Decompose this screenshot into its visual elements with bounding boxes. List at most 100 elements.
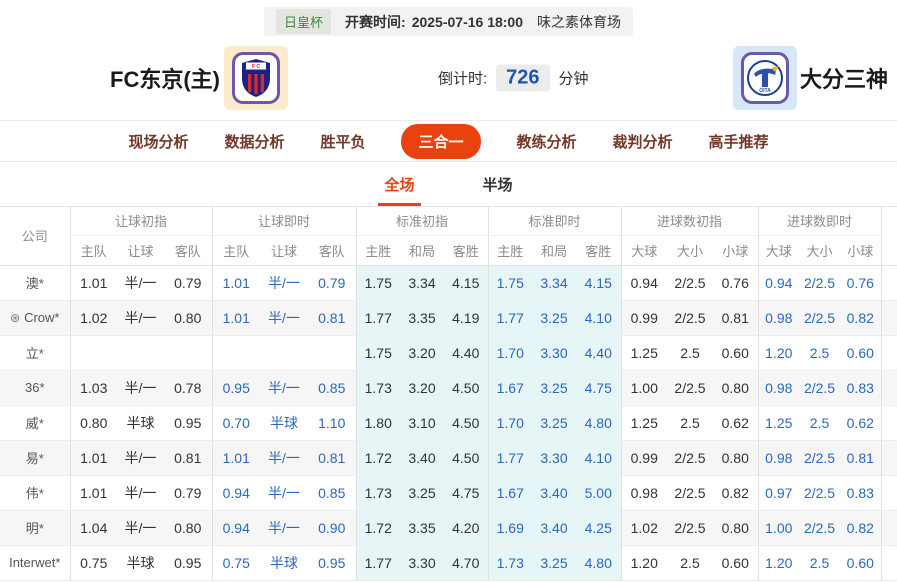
odds-cell: 半/一 <box>117 510 164 546</box>
odds-cell: 0.79 <box>164 265 212 301</box>
odds-cell: 3.40 <box>532 510 576 546</box>
countdown-unit: 分钟 <box>558 70 589 88</box>
odds-cell: 1.77 <box>355 300 400 336</box>
odds-cell: 2.5 <box>799 335 841 371</box>
odds-cell: 2/2.5 <box>799 440 841 476</box>
away-team-logo: OITA <box>733 46 797 110</box>
odds-cell: 1.75 <box>487 265 532 301</box>
tab-data-analysis[interactable]: 数据分析 <box>224 131 284 152</box>
odds-cell: 0.70 <box>211 405 260 441</box>
odds-cell: 0.75 <box>69 545 117 581</box>
odds-cell: 1.70 <box>487 335 532 371</box>
odds-cell: 3.34 <box>400 265 444 301</box>
away-team-name: 大分三神 <box>800 67 889 92</box>
odds-cell: 3.30 <box>532 335 576 371</box>
svg-text:F C: F C <box>252 64 260 70</box>
odds-cell: 4.40 <box>444 335 488 371</box>
odds-cell: 0.81 <box>308 440 356 476</box>
odds-cell: 0.80 <box>164 510 212 546</box>
column-header: 主胜 <box>487 235 532 266</box>
odds-cell: 1.67 <box>487 370 532 406</box>
odds-cell: 0.98 <box>757 440 800 476</box>
odds-cell: 4.80 <box>576 545 621 581</box>
odds-cell: 0.80 <box>713 370 759 406</box>
odds-cell: 1.20 <box>620 545 667 581</box>
odds-cell: 1.67 <box>487 475 532 511</box>
odds-cell: 0.83 <box>840 370 882 406</box>
odds-cell: 3.10 <box>400 405 444 441</box>
odds-cell: 0.85 <box>308 475 356 511</box>
odds-cell: 1.01 <box>211 440 260 476</box>
odds-cell: 1.01 <box>69 475 117 511</box>
odds-cell: 0.94 <box>211 510 260 546</box>
company-name: 澳* <box>0 265 70 301</box>
odds-cell: 1.70 <box>487 405 532 441</box>
odds-cell: 4.20 <box>444 510 488 546</box>
odds-cell <box>117 335 164 371</box>
odds-cell: 0.94 <box>211 475 260 511</box>
odds-cell: 0.97 <box>757 475 800 511</box>
column-header: 主队 <box>69 235 117 266</box>
column-header: 公司 <box>0 207 70 266</box>
company-name: 明* <box>0 510 70 546</box>
odds-cell: 1.00 <box>620 370 667 406</box>
odds-cell: 1.00 <box>757 510 800 546</box>
tab-live-analysis[interactable]: 现场分析 <box>128 131 188 152</box>
odds-cell: 0.81 <box>164 440 212 476</box>
odds-cell: 4.50 <box>444 370 488 406</box>
odds-cell: 4.75 <box>444 475 488 511</box>
column-header: 标准初指 <box>355 207 488 236</box>
odds-cell: 1.02 <box>69 300 117 336</box>
odds-cell: 0.60 <box>713 335 759 371</box>
odds-cell: 0.60 <box>713 545 759 581</box>
table-filler-cell <box>880 405 897 441</box>
tab-referee-analysis[interactable]: 裁判分析 <box>613 131 673 152</box>
odds-cell: 0.99 <box>620 440 667 476</box>
kickoff-label: 开赛时间: <box>345 13 406 30</box>
column-header: 进球数初指 <box>620 207 759 236</box>
odds-cell: 0.90 <box>308 510 356 546</box>
odds-cell: 半/一 <box>117 440 164 476</box>
odds-cell: 0.81 <box>713 300 759 336</box>
odds-cell: 1.77 <box>355 545 400 581</box>
odds-row: Interwet* 0.75 半球 0.95 0.75 半球 0.95 1.77 3.30 4.7… <box>0 545 897 581</box>
period-tabs: 全场 半场 <box>0 162 897 207</box>
odds-cell: 2/2.5 <box>667 440 713 476</box>
odds-cell: 半/一 <box>260 370 308 406</box>
tab-three-in-one[interactable]: 三合一 <box>401 123 481 159</box>
odds-cell: 2.5 <box>799 405 841 441</box>
odds-cell: 半/一 <box>260 440 308 476</box>
odds-cell: 0.98 <box>757 300 800 336</box>
odds-cell: 1.01 <box>211 300 260 336</box>
odds-cell: 4.80 <box>576 405 621 441</box>
league-badge: 日皇杯 <box>276 9 332 34</box>
tab-win-draw-lose[interactable]: 胜平负 <box>320 131 365 152</box>
odds-cell: 0.98 <box>620 475 667 511</box>
soccer-ball-icon: ⊛ <box>10 311 21 325</box>
odds-cell: 0.81 <box>308 300 356 336</box>
odds-row: 明* 1.04 半/一 0.80 0.94 半/一 0.90 1.72 3.35 4.20 1.69… <box>0 510 897 546</box>
column-header: 客队 <box>308 235 356 266</box>
table-filler-cell <box>880 335 897 371</box>
tab-expert-picks[interactable]: 高手推荐 <box>709 131 769 152</box>
odds-cell: 3.20 <box>400 370 444 406</box>
column-header: 主队 <box>211 235 260 266</box>
tab-coach-analysis[interactable]: 教练分析 <box>517 131 577 152</box>
tab-half-match[interactable]: 半场 <box>477 174 519 206</box>
column-header: 大小 <box>799 235 841 266</box>
tab-full-match[interactable]: 全场 <box>378 174 421 206</box>
company-name: 易* <box>0 440 70 476</box>
odds-cell <box>69 335 117 371</box>
odds-cell: 1.03 <box>69 370 117 406</box>
match-info-bar: 日皇杯 开赛时间: 2025-07-16 18:00 味之素体育场 <box>264 7 633 36</box>
odds-cell <box>164 335 212 371</box>
odds-cell: 1.69 <box>487 510 532 546</box>
odds-cell: 1.72 <box>355 440 400 476</box>
odds-cell: 0.80 <box>164 300 212 336</box>
odds-cell: 3.34 <box>532 265 576 301</box>
column-header: 让球 <box>117 235 164 266</box>
odds-cell: 1.10 <box>308 405 356 441</box>
odds-cell: 2.5 <box>667 405 713 441</box>
kickoff-value: 2025-07-16 18:00 <box>411 13 523 30</box>
odds-cell: 0.95 <box>164 545 212 581</box>
